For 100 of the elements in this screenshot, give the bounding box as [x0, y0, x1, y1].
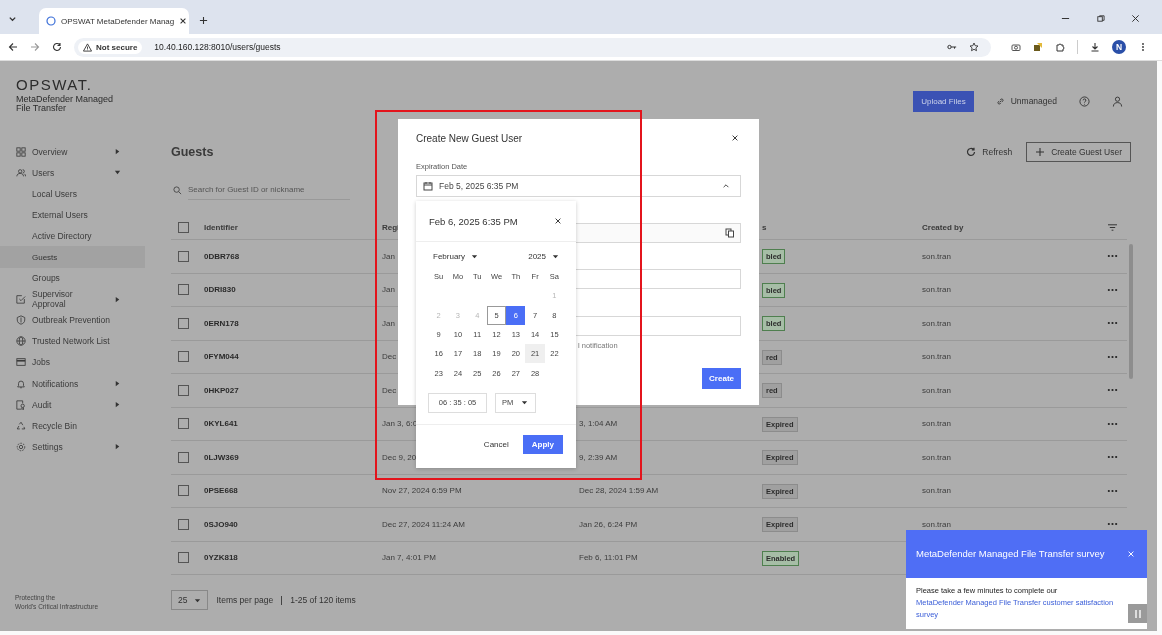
calendar-icon	[423, 181, 433, 191]
more-icon[interactable]	[1106, 455, 1118, 460]
table-cell: son.tran	[922, 486, 951, 496]
extension-icon[interactable]	[1033, 42, 1043, 52]
more-icon[interactable]	[1106, 388, 1118, 393]
row-checkbox[interactable]	[178, 317, 189, 329]
user-icon[interactable]	[1112, 95, 1123, 107]
tab-search-icon[interactable]	[8, 14, 17, 23]
select-all-checkbox[interactable]	[178, 221, 189, 233]
create-button[interactable]: Create	[702, 368, 741, 389]
row-checkbox[interactable]	[178, 451, 189, 463]
sidebar-item[interactable]: Supervisor Approval	[0, 288, 145, 310]
apply-button[interactable]: Apply	[522, 434, 563, 454]
table-cell: 0DBR768	[204, 251, 240, 261]
close-icon[interactable]	[731, 134, 739, 142]
column-header[interactable]: Identifier	[204, 222, 238, 232]
more-icon[interactable]	[1106, 488, 1118, 493]
unmanaged-link[interactable]: Unmanaged	[995, 96, 1057, 106]
table-cell: son.tran	[922, 385, 951, 395]
table-cell: Jan 7, 4:01 PM	[382, 553, 436, 563]
close-icon[interactable]	[554, 217, 562, 225]
more-icon[interactable]	[1106, 321, 1118, 326]
table-cell: 0LJW369	[204, 452, 239, 462]
more-icon[interactable]	[1106, 254, 1118, 259]
restore-icon[interactable]	[1096, 14, 1105, 23]
security-chip[interactable]: Not secure	[78, 40, 143, 54]
new-tab-icon[interactable]	[199, 16, 208, 25]
sidebar-item[interactable]: Audit	[0, 394, 145, 416]
caret-down-icon	[521, 399, 529, 407]
address-bar[interactable]: Not secure 10.40.160.128:8010/users/guests	[74, 37, 991, 57]
camera-icon[interactable]	[1011, 42, 1021, 52]
more-icon[interactable]	[1106, 354, 1118, 359]
download-icon[interactable]	[1090, 42, 1100, 52]
sidebar-item[interactable]: Jobs	[0, 351, 145, 374]
row-checkbox[interactable]	[178, 250, 189, 262]
page-size-dropdown[interactable]: 25	[171, 590, 209, 610]
upload-files-button[interactable]: Upload Files	[913, 90, 974, 112]
table-cell: son.tran	[922, 251, 951, 261]
table-cell: 0KYL641	[204, 419, 238, 429]
profile-avatar[interactable]: N	[1112, 40, 1126, 54]
close-icon[interactable]	[1131, 14, 1140, 23]
year-dropdown[interactable]: 2025	[528, 252, 559, 261]
sidebar-item[interactable]: Trusted Network List	[0, 330, 145, 352]
create-guest-user-button[interactable]: Create Guest User	[1026, 142, 1131, 162]
sidebar-item[interactable]: Notifications	[0, 373, 145, 395]
audit-icon	[16, 399, 26, 410]
column-header[interactable]: s	[762, 222, 767, 232]
plus-icon	[1035, 147, 1046, 157]
sidebar-subitem[interactable]: Local Users	[0, 183, 145, 205]
search-field[interactable]: Search for Guest ID or nickname	[188, 180, 350, 200]
row-checkbox[interactable]	[178, 552, 189, 564]
sidebar-item[interactable]: Users	[0, 162, 145, 184]
column-header[interactable]: Created by	[922, 222, 964, 232]
reload-icon[interactable]	[52, 42, 62, 52]
cancel-button[interactable]: Cancel	[483, 439, 509, 449]
row-checkbox[interactable]	[178, 284, 189, 296]
scrollbar[interactable]	[1129, 244, 1133, 379]
more-icon[interactable]	[1106, 522, 1118, 527]
sidebar-item[interactable]: Outbreak Prevention	[0, 309, 145, 331]
shield-icon	[16, 315, 26, 326]
row-checkbox[interactable]	[178, 418, 189, 430]
star-icon[interactable]	[969, 42, 979, 52]
sidebar-subitem[interactable]: Groups	[0, 267, 145, 289]
refresh-button[interactable]: Refresh	[966, 147, 1013, 157]
help-icon[interactable]	[1079, 95, 1090, 107]
table-cell: son.tran	[922, 419, 951, 429]
row-checkbox[interactable]	[178, 485, 189, 497]
table-cell: Feb 6, 11:01 PM	[579, 553, 638, 563]
row-checkbox[interactable]	[178, 351, 189, 363]
more-icon[interactable]	[1106, 287, 1118, 292]
browser-tab[interactable]: OPSWAT MetaDefender Manag	[39, 8, 189, 34]
expiration-date-field[interactable]: Feb 5, 2025 6:35 PM	[416, 175, 741, 197]
sidebar-item[interactable]: Recycle Bin	[0, 415, 145, 437]
table-cell: son.tran	[922, 519, 951, 529]
sidebar-subitem[interactable]: External Users	[0, 204, 145, 226]
filter-icon[interactable]	[1106, 222, 1118, 232]
tab-title: OPSWAT MetaDefender Manag	[61, 16, 175, 26]
table-cell: 0YZK818	[204, 553, 238, 563]
warning-icon	[83, 42, 92, 52]
back-icon[interactable]	[8, 42, 18, 52]
row-checkbox[interactable]	[178, 518, 189, 530]
sidebar-subitem[interactable]: Guests	[0, 246, 145, 268]
more-icon[interactable]	[1106, 421, 1118, 426]
month-dropdown[interactable]: February	[433, 252, 478, 261]
row-checkbox[interactable]	[178, 384, 189, 396]
sidebar-item[interactable]: Settings	[0, 436, 145, 458]
table-cell: Dec 9, 20	[382, 452, 417, 462]
table-cell: Dec 28, 2024 1:59 AM	[579, 486, 659, 496]
copy-icon[interactable]	[725, 228, 735, 238]
sidebar-item[interactable]: Overview	[0, 141, 145, 163]
table-cell: son.tran	[922, 352, 951, 362]
grid-icon	[16, 146, 26, 157]
key-icon[interactable]	[947, 42, 957, 52]
brand-logo: OPSWAT.	[16, 77, 94, 93]
jobs-icon	[16, 357, 26, 368]
table-cell: Jan 26, 6:24 PM	[579, 519, 638, 529]
sidebar-subitem[interactable]: Active Directory	[0, 225, 145, 247]
close-icon[interactable]	[179, 17, 188, 25]
caret-down-icon	[194, 596, 202, 604]
page-title: Guests	[171, 145, 214, 159]
